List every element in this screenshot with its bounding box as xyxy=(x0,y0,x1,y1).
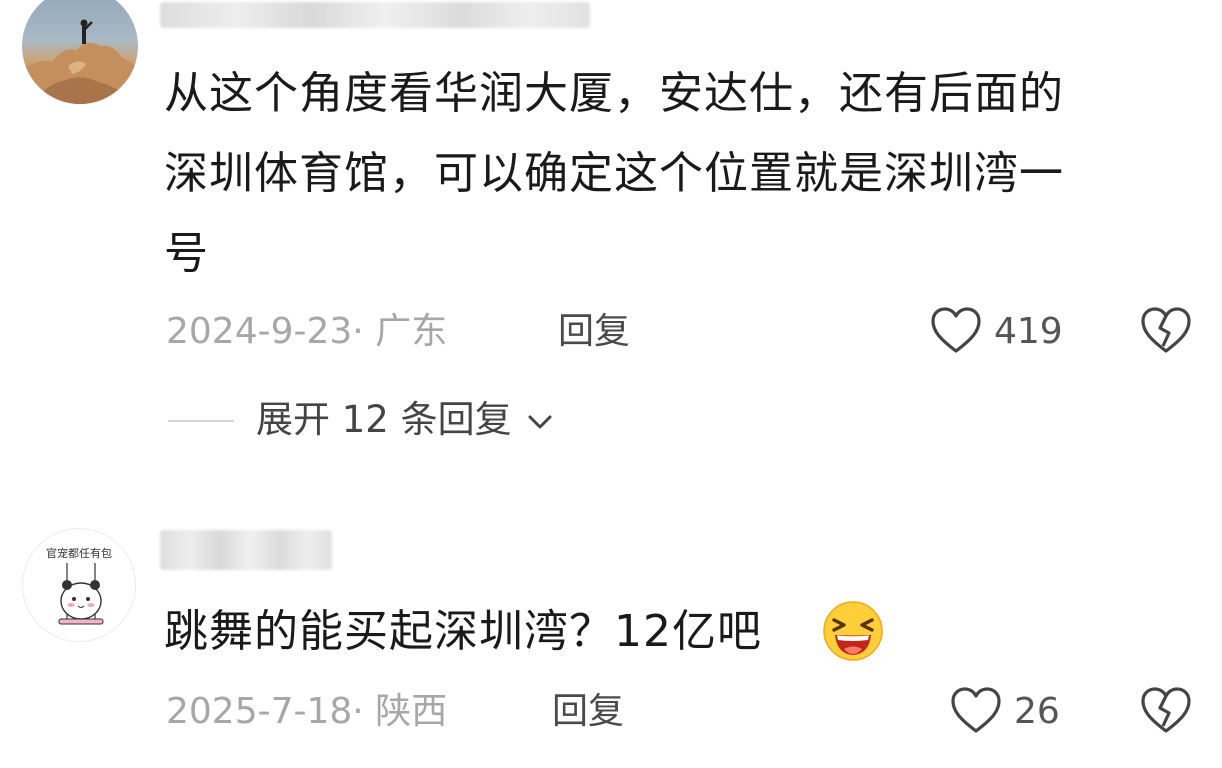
expand-replies-label: 展开 12 条回复 xyxy=(256,398,512,441)
chevron-down-icon xyxy=(528,415,552,428)
like-count: 419 xyxy=(994,311,1063,352)
username-blurred[interactable] xyxy=(160,2,590,28)
comment-date-location: 2024-9-23· 广东 xyxy=(166,311,448,352)
reply-button[interactable]: 回复 xyxy=(552,690,624,734)
panda-swing-illustration xyxy=(58,563,104,625)
avatar[interactable] xyxy=(22,0,138,104)
heart-outline-icon[interactable] xyxy=(930,306,982,356)
laughing-face-emoji xyxy=(823,601,883,661)
expand-divider xyxy=(168,420,234,422)
comment-text-line: 深圳体育馆，可以确定这个位置就是深圳湾一 xyxy=(164,148,1064,199)
username-blurred[interactable] xyxy=(160,530,332,570)
like-count: 26 xyxy=(1014,691,1060,732)
broken-heart-icon[interactable] xyxy=(1140,686,1192,736)
reply-button[interactable]: 回复 xyxy=(558,310,630,354)
heart-outline-icon[interactable] xyxy=(950,686,1002,736)
broken-heart-icon[interactable] xyxy=(1140,306,1192,356)
comment-text-line: 号 xyxy=(164,228,209,279)
comment-text: 跳舞的能买起深圳湾？12亿吧 xyxy=(164,606,762,657)
avatar-photo xyxy=(22,19,138,104)
comment-text-line: 从这个角度看华润大厦，安达仕，还有后面的 xyxy=(164,68,1064,119)
comment-date-location: 2025-7-18· 陕西 xyxy=(166,691,448,732)
avatar[interactable]: 官宠都任有包 xyxy=(22,528,136,642)
expand-replies-button[interactable]: 展开 12 条回复 xyxy=(256,398,555,442)
